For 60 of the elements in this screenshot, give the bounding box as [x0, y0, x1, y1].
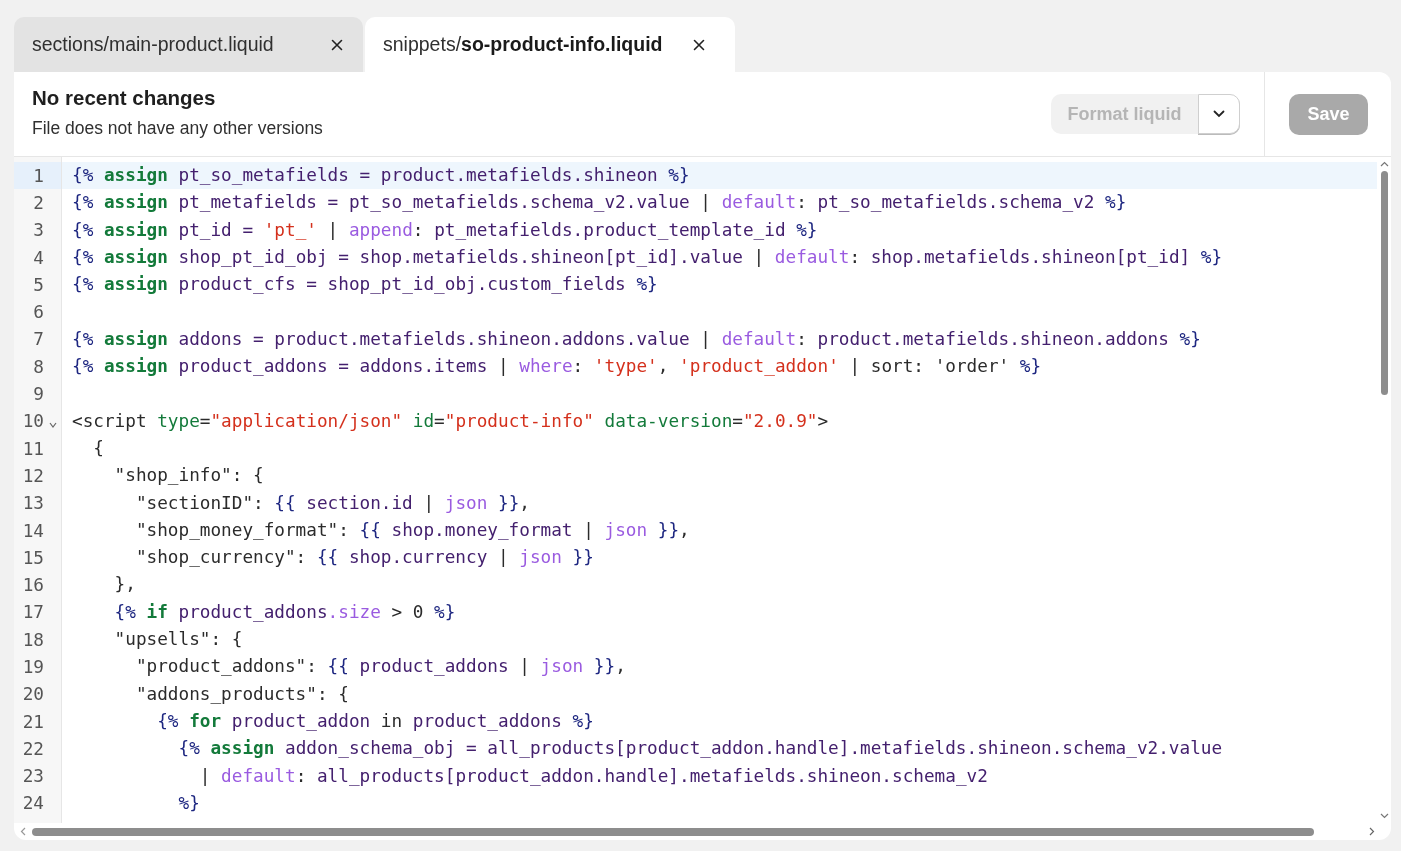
chevron-left-icon[interactable]	[20, 827, 26, 836]
code-line: "upsells": {	[113, 628, 243, 652]
line-number: 19	[21, 657, 44, 677]
close-icon[interactable]	[331, 38, 343, 51]
line-number: 7	[32, 329, 44, 350]
code-line: {% assign pt_id = 'pt_' | append: pt_metafields.product_template_id %}	[72, 218, 818, 242]
line-number: 3	[32, 220, 44, 241]
code-line: {% if product_addons.size > 0 %}	[113, 600, 456, 624]
line-number: 16	[21, 575, 44, 596]
code-line: },	[113, 573, 136, 597]
chevron-right-icon[interactable]	[1369, 827, 1375, 836]
file-tab[interactable]: snippets/so-product-info.liquid	[365, 17, 735, 72]
fold-chevron-icon[interactable]	[48, 422, 57, 429]
line-number: 6	[32, 302, 44, 323]
code-line: | default: all_products[product_addon.handle].metafields.shineon.schema_v2	[198, 764, 988, 788]
code-line: {% assign product_cfs = shop_pt_id_obj.custom_fields %}	[72, 273, 658, 297]
line-number: 11	[21, 438, 44, 459]
chevron-up-icon[interactable]	[1379, 161, 1389, 167]
code-line: "addons_products": {	[134, 682, 349, 706]
file-tab[interactable]: sections/main-product.liquid	[14, 17, 363, 72]
code-line: {% assign pt_metafields = pt_so_metafields.schema_v2.value | default: pt_so_metafields.schema_v2 %}	[72, 191, 1127, 215]
line-number: 18	[21, 629, 44, 650]
code-line: {% assign product_addons = addons.items | where: 'type', 'product_addon' | sort: 'order' %}	[72, 355, 1042, 379]
code-line: {% assign addon_schema_obj = all_products[product_addon.handle].metafields.shineon.schema_v2.value	[177, 737, 1223, 761]
line-number: 9	[32, 384, 44, 404]
code-line: "sectionID": {{ section.id | json }},	[134, 491, 530, 515]
scrollbar-thumb[interactable]	[1380, 171, 1388, 395]
line-number: 12	[21, 465, 44, 486]
line-number: 5	[32, 274, 44, 295]
scrollbar-thumb[interactable]	[32, 827, 1315, 836]
code-line: {% assign pt_so_metafields = product.metafields.shineon %}	[72, 164, 690, 187]
line-number: 14	[21, 520, 44, 541]
code-line: "shop_currency": {{ shop.currency | json }}	[134, 546, 594, 570]
line-number: 22	[21, 738, 44, 759]
line-number: 1	[32, 165, 44, 186]
code-line: <script type="application/json" id="product-info" data-version="2.0.9">	[72, 409, 829, 433]
code-line: "shop_money_format": {{ shop.money_format | json }},	[134, 518, 690, 542]
line-number: 4	[32, 247, 44, 268]
close-icon[interactable]	[692, 38, 705, 51]
line-number: 8	[32, 356, 44, 377]
chevron-down-icon	[1213, 110, 1225, 118]
chevron-down-icon[interactable]	[1379, 813, 1389, 819]
line-number: 10	[21, 411, 44, 432]
line-number: 24	[21, 793, 44, 814]
code-line: {% assign addons = product.metafields.shineon.addons.value | default: product.metafields.shineon.addons %}	[72, 327, 1201, 351]
code-line: "product_addons": {{ product_addons | json }},	[134, 655, 626, 679]
line-number: 21	[21, 711, 44, 732]
code-line: {% assign shop_pt_id_obj = shop.metafields.shineon[pt_id].value | default: shop.metafields.shineon[pt_id] %}	[72, 245, 1223, 269]
line-number: 2	[32, 192, 44, 213]
line-number: 23	[21, 766, 44, 787]
status-subtitle: File does not have any other versions	[32, 118, 324, 139]
code-line: {	[92, 436, 104, 460]
line-number: 17	[21, 602, 44, 623]
line-number: 13	[21, 493, 44, 514]
code-line: %}	[177, 791, 200, 815]
line-number: 20	[21, 684, 44, 705]
line-number: 15	[21, 547, 44, 568]
code-line: {% for product_addon in product_addons %}	[156, 709, 594, 733]
code-line: "shop_info": {	[113, 464, 264, 488]
status-title: No recent changes	[32, 86, 217, 110]
